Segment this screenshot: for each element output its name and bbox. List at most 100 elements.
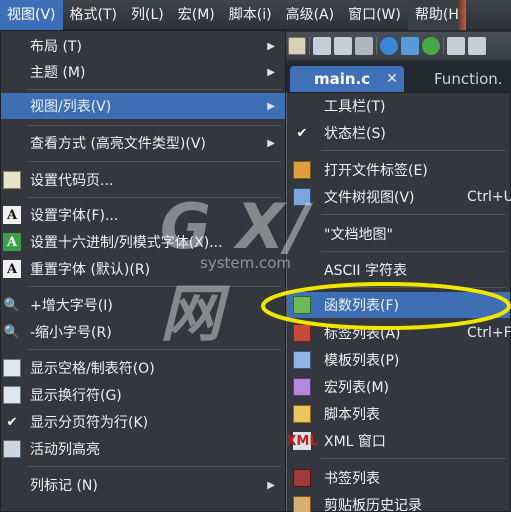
script-list-icon xyxy=(293,405,311,423)
menu-item-label: "文档地图" xyxy=(324,227,393,243)
menu-item-view-as[interactable]: 查看方式 (高亮文件类型)(V) ▶ xyxy=(1,130,285,156)
menu-advanced[interactable]: 高级(A) xyxy=(279,0,342,30)
menu-item-label: ASCII 字符表 xyxy=(324,263,407,279)
macro-list-icon xyxy=(293,378,311,396)
menu-item-page-breaks[interactable]: ✔ 显示分页符为行(K) xyxy=(1,409,285,435)
menu-item-clipboard-history[interactable]: 剪贴板历史记录 xyxy=(287,492,510,512)
menu-bar: 视图(V) 格式(T) 列(L) 宏(M) 脚本(i) 高级(A) 窗口(W) … xyxy=(0,0,511,30)
menu-item-template-list[interactable]: 模板列表(P) xyxy=(287,347,510,373)
menu-item-label: 列标记 (N) xyxy=(30,478,98,494)
menu-item-label: 模板列表(P) xyxy=(324,353,400,369)
menu-item-label: +增大字号(I) xyxy=(30,298,113,314)
menu-item-show-linebreaks[interactable]: 显示换行符(G) xyxy=(1,382,285,408)
menu-item-xml-window[interactable]: XML XML 窗口 xyxy=(286,428,510,454)
menu-item-label: 活动列高亮 xyxy=(30,442,100,458)
shortcut-label: Ctrl+F8 xyxy=(467,325,511,341)
zoom-out-icon: 🔍 xyxy=(3,324,21,340)
file-tree-icon xyxy=(293,188,311,206)
template-list-icon xyxy=(293,351,311,369)
function-list-icon xyxy=(293,296,311,314)
cascade-icon[interactable] xyxy=(355,37,373,55)
menu-item-decrease-font[interactable]: 🔍 -缩小字号(R) xyxy=(1,319,285,345)
menu-item-label: 设置代码页... xyxy=(30,173,114,189)
menu-item-set-hex-font[interactable]: A 设置十六进制/列模式字体(X)... xyxy=(1,229,285,255)
menu-separator xyxy=(27,161,281,162)
tab-function[interactable]: Function. xyxy=(416,66,511,92)
tab-main-c[interactable]: main.c ✕ xyxy=(290,66,404,92)
menu-item-label: 布局 (T) xyxy=(30,39,82,55)
menu-item-document-map[interactable]: "文档地图" xyxy=(287,221,510,247)
column-highlight-icon xyxy=(3,440,21,458)
toolbar-separator xyxy=(443,37,444,55)
menu-item-reset-font[interactable]: A 重置字体 (默认)(R) xyxy=(1,256,285,282)
menu-item-status-bar[interactable]: ✔ 状态栏(S) xyxy=(287,120,510,146)
reset-font-icon: A xyxy=(3,260,21,278)
menu-item-label: 状态栏(S) xyxy=(324,126,386,142)
menu-separator xyxy=(27,89,281,90)
menu-item-set-codepage[interactable]: 设置代码页... xyxy=(1,167,285,193)
menu-item-increase-font[interactable]: 🔍 +增大字号(I) xyxy=(1,292,285,318)
menu-item-script-list[interactable]: 脚本列表 xyxy=(287,401,510,427)
refresh-icon[interactable] xyxy=(422,37,440,55)
menu-item-toolbars[interactable]: 工具栏(T) xyxy=(287,93,510,119)
toolbar xyxy=(284,32,511,60)
menu-window[interactable]: 窗口(W) xyxy=(341,0,408,30)
views-lists-submenu: 工具栏(T) ✔ 状态栏(S) 打开文件标签(E) 文件树视图(V) Ctrl+… xyxy=(286,92,511,512)
menu-item-label: 宏列表(M) xyxy=(324,380,390,396)
menu-item-set-font[interactable]: A 设置字体(F)... xyxy=(1,202,285,228)
columns-icon[interactable] xyxy=(468,37,486,55)
close-icon[interactable]: ✕ xyxy=(386,71,398,87)
menu-item-label: 重置字体 (默认)(R) xyxy=(30,262,151,278)
check-icon: ✔ xyxy=(296,125,308,141)
check-icon: ✔ xyxy=(6,414,18,430)
codepage-icon xyxy=(3,171,21,189)
menu-view[interactable]: 视图(V) xyxy=(0,0,63,30)
submenu-arrow-icon: ▶ xyxy=(267,66,275,78)
menu-item-bookmark-list[interactable]: 书签列表 xyxy=(287,465,510,491)
menu-item-label: 打开文件标签(E) xyxy=(324,163,428,179)
menu-item-open-file-tabs[interactable]: 打开文件标签(E) xyxy=(287,157,510,183)
globe-icon[interactable] xyxy=(380,37,398,55)
menu-item-ascii-table[interactable]: ASCII 字符表 xyxy=(287,257,510,283)
submenu-arrow-icon: ▶ xyxy=(267,100,275,112)
menu-item-label: 主题 (M) xyxy=(30,65,86,81)
hex-font-icon: A xyxy=(3,233,21,251)
shortcut-label: Ctrl+U xyxy=(467,189,511,205)
menu-item-label: 工具栏(T) xyxy=(324,99,386,115)
toolbar-separator xyxy=(376,37,377,55)
menu-separator xyxy=(27,349,281,350)
menu-separator xyxy=(27,125,281,126)
menu-separator xyxy=(321,251,506,252)
menu-column[interactable]: 列(L) xyxy=(124,0,171,30)
ftp-icon[interactable] xyxy=(401,37,419,55)
file-tabs-icon xyxy=(293,161,311,179)
menu-item-macro-list[interactable]: 宏列表(M) xyxy=(287,374,510,400)
print-preview-icon[interactable] xyxy=(288,37,306,55)
menu-item-theme[interactable]: 主题 (M) ▶ xyxy=(1,59,285,85)
menu-help[interactable]: 帮助(H xyxy=(407,0,466,30)
menu-item-label: XML 窗口 xyxy=(324,434,386,450)
xml-window-icon: XML xyxy=(286,432,318,450)
tile-icon[interactable] xyxy=(334,37,352,55)
menu-format[interactable]: 格式(T) xyxy=(63,0,124,30)
list-icon[interactable] xyxy=(447,37,465,55)
window-icon[interactable] xyxy=(313,37,331,55)
menu-item-function-list[interactable]: 函数列表(F) xyxy=(287,292,510,318)
menu-item-label: 书签列表 xyxy=(324,471,380,487)
menu-item-active-column[interactable]: 活动列高亮 xyxy=(1,436,285,462)
menu-item-views-lists[interactable]: 视图/列表(V) ▶ xyxy=(1,93,285,119)
whitespace-icon xyxy=(3,359,21,377)
menu-item-label: 查看方式 (高亮文件类型)(V) xyxy=(30,136,206,152)
menu-item-tag-list[interactable]: 标签列表(A) Ctrl+F8 xyxy=(287,320,511,346)
menu-item-layout[interactable]: 布局 (T) ▶ xyxy=(1,33,285,59)
menu-macro[interactable]: 宏(M) xyxy=(171,0,222,30)
menu-item-file-tree[interactable]: 文件树视图(V) Ctrl+U xyxy=(287,184,511,210)
tab-label: Function. xyxy=(434,70,503,88)
menu-separator xyxy=(27,197,281,198)
menu-script[interactable]: 脚本(i) xyxy=(222,0,279,30)
tab-strip: main.c ✕ Function. xyxy=(284,62,511,92)
menu-item-column-markers[interactable]: 列标记 (N) ▶ xyxy=(1,472,285,498)
submenu-arrow-icon: ▶ xyxy=(267,40,275,52)
menu-item-show-whitespace[interactable]: 显示空格/制表符(O) xyxy=(1,355,285,381)
toolbar-separator xyxy=(309,37,310,55)
